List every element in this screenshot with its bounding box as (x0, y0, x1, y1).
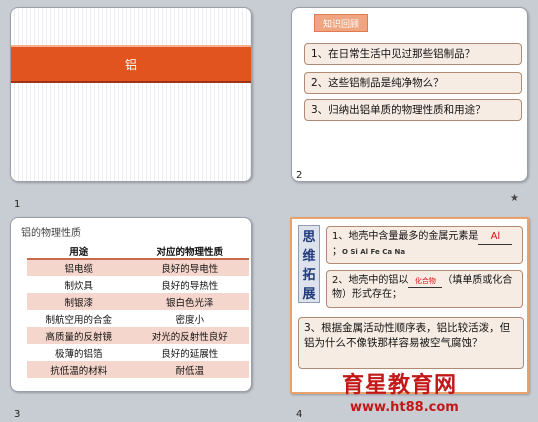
table-header-use: 用途 (27, 243, 131, 260)
slide-number-3: 3 (14, 409, 21, 420)
question-box-3: 3、根据金属活动性顺序表，铝比较活泼，但铝为什么不像铁那样容易被空气腐蚀？ (298, 317, 524, 369)
review-tag: 知识回顾 (314, 14, 368, 32)
element-list: O Si Al Fe Ca Na (342, 248, 406, 256)
table-row: 高质量的反射镜 对光的反射性良好 (27, 327, 249, 344)
table-cell: 制银漆 (27, 293, 131, 310)
slide-1-thumbnail[interactable]: 铝 (10, 7, 252, 182)
table-row: 制炊具 良好的导热性 (27, 276, 249, 293)
question-text: 1、地壳中含量最多的金属元素是 (332, 231, 479, 242)
table-row: 铝电缆 良好的导电性 (27, 259, 249, 276)
slide-number-4: 4 (296, 409, 303, 420)
slide-1-title: 铝 (124, 57, 137, 72)
question-box-3: 3、归纳出铝单质的物理性质和用途？ (304, 99, 522, 122)
question-box-2: 2、这些铝制品是纯净物么？ (304, 72, 522, 95)
side-label-char: 展 (302, 287, 316, 302)
table-cell: 制航空用的合金 (45, 314, 113, 326)
table-cell: 良好的延展性 (161, 348, 219, 360)
answer-blank: 化合物 (408, 277, 443, 288)
question-text: 2、地壳中的铝以 (332, 275, 409, 286)
question-box-2: 2、地壳中的铝以 化合物 （填单质或化合物）形式存在； (326, 270, 523, 308)
table-row: 极薄的铝箔 良好的延展性 (27, 344, 249, 361)
table-cell: 高质量的反射镜 (27, 327, 131, 344)
table-cell: 耐低温 (130, 361, 249, 378)
table-cell: 制炊具 (64, 280, 94, 292)
properties-table: 用途 对应的物理性质 铝电缆 良好的导电性 制炊具 良好的导热性 制银漆 银白色… (27, 243, 249, 378)
table-cell: 极薄的铝箔 (55, 348, 103, 360)
table-header-property: 对应的物理性质 (130, 243, 249, 260)
slide-number-1: 1 (14, 199, 21, 210)
side-label-char: 拓 (302, 268, 316, 283)
slide-title-band: 铝 (11, 45, 251, 83)
question-text: ； (332, 246, 342, 257)
question-box-1: 1、在日常生活中见过那些铝制品？ (304, 43, 522, 66)
slide-3-thumbnail[interactable]: 铝的物理性质 用途 对应的物理性质 铝电缆 良好的导电性 制炊具 良好的导热性 … (10, 217, 252, 392)
table-row: 抗低温的材料 耐低温 (27, 361, 249, 378)
table-cell: 抗低温的材料 (27, 361, 131, 378)
table-cell: 良好的导热性 (161, 280, 219, 292)
slide-2-thumbnail[interactable]: 知识回顾 1、在日常生活中见过那些铝制品？ 2、这些铝制品是纯净物么？ 3、归纳… (291, 7, 528, 182)
table-cell: 银白色光泽 (130, 293, 249, 310)
star-icon: ★ (510, 193, 519, 204)
side-label-char: 思 (302, 230, 316, 245)
watermark-logo: 育星教育网 (342, 373, 458, 398)
table-row: 制航空用的合金 密度小 (27, 310, 249, 327)
slide-3-title: 铝的物理性质 (21, 228, 81, 239)
table-cell: 对光的反射性良好 (130, 327, 249, 344)
watermark-url: www.ht88.com (350, 400, 459, 415)
slide-number-2: 2 (296, 170, 303, 181)
answer-blank: Al (478, 230, 513, 245)
table-cell: 铝电缆 (27, 259, 131, 276)
table-cell: 良好的导电性 (130, 259, 249, 276)
side-label-char: 维 (302, 249, 316, 264)
side-label: 思 维 拓 展 (298, 225, 320, 303)
question-box-1: 1、地壳中含量最多的金属元素是 Al ；O Si Al Fe Ca Na (326, 226, 523, 264)
table-row: 制银漆 银白色光泽 (27, 293, 249, 310)
table-cell: 密度小 (175, 314, 205, 326)
